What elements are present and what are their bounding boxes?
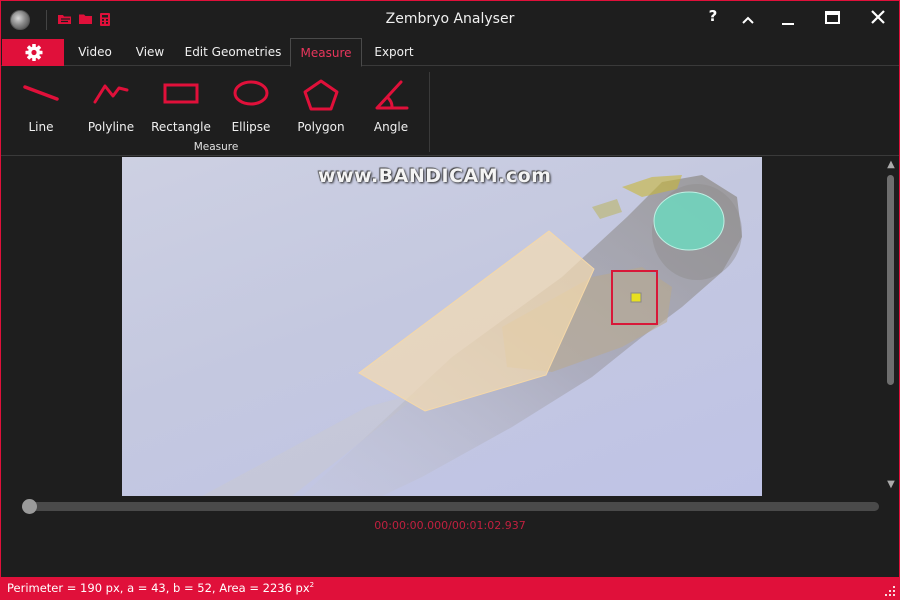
ellipse-tool-label: Ellipse: [231, 120, 271, 134]
measure-ribbon: Line Polyline Rectangle Ellipse Polygon: [1, 66, 899, 156]
timeline-track[interactable]: [25, 502, 879, 511]
area-unit-exponent: 2: [309, 581, 315, 590]
line-tool-label: Line: [28, 120, 54, 134]
minimize-icon[interactable]: [773, 9, 803, 31]
polyline-tool-button[interactable]: Polyline: [76, 74, 146, 136]
line-tool-button[interactable]: Line: [6, 74, 76, 136]
rectangle-tool-icon: [163, 83, 199, 104]
ellipse-tool-button[interactable]: Ellipse: [216, 74, 286, 136]
scroll-up-arrow-icon[interactable]: ▲: [885, 159, 897, 170]
video-viewport[interactable]: www.BANDICAM.com: [122, 157, 762, 496]
rectangle-tool-label: Rectangle: [151, 120, 211, 134]
status-bar: Perimeter = 190 px, a = 43, b = 52, Area…: [1, 577, 899, 600]
timeline-slider-handle[interactable]: [22, 499, 37, 514]
angle-tool-label: Angle: [373, 120, 409, 134]
rectangle-tool-button[interactable]: Rectangle: [146, 74, 216, 136]
tab-edit-geometries[interactable]: Edit Geometries: [179, 38, 287, 66]
settings-tab[interactable]: [2, 39, 64, 66]
measurement-ellipse[interactable]: [653, 191, 725, 251]
measurement-overlay: [358, 191, 725, 412]
help-button[interactable]: ?: [698, 5, 728, 27]
window-title: Zembryo Analyser: [385, 11, 515, 27]
ellipse-tool-icon: [233, 80, 269, 106]
line-tool-icon: [23, 85, 59, 101]
polygon-tool-icon: [303, 79, 339, 111]
polyline-tool-icon: [93, 84, 129, 104]
app-window: Zembryo Analyser ? Video View Edit Geome…: [0, 0, 900, 600]
measurement-status-text: Perimeter = 190 px, a = 43, b = 52, Area…: [7, 581, 310, 595]
point-marker[interactable]: [630, 292, 642, 303]
bandicam-watermark: www.BANDICAM.com: [318, 165, 552, 187]
angle-tool-icon: [375, 80, 409, 110]
tab-export[interactable]: Export: [365, 38, 423, 66]
angle-tool-button[interactable]: Angle: [356, 74, 426, 136]
measurement-status: Perimeter = 190 px, a = 43, b = 52, Area…: [7, 581, 314, 595]
tab-view[interactable]: View: [125, 38, 175, 66]
scrollbar-thumb[interactable]: [887, 175, 894, 385]
scroll-down-arrow-icon[interactable]: ▼: [885, 479, 897, 490]
maximize-icon[interactable]: [817, 7, 847, 29]
resize-grip-icon[interactable]: [885, 586, 895, 596]
timecode-label: 00:00:00.000/00:01:02.937: [374, 519, 526, 532]
gear-icon: [25, 44, 43, 61]
polyline-tool-label: Polyline: [87, 120, 135, 134]
polygon-tool-label: Polygon: [297, 120, 345, 134]
ribbon-tabs: Video View Edit Geometries Measure Expor…: [1, 38, 899, 67]
tab-measure[interactable]: Measure: [290, 38, 362, 67]
tab-video[interactable]: Video: [67, 38, 123, 66]
measurement-polygon[interactable]: [358, 230, 595, 412]
ribbon-group-separator: [429, 72, 430, 152]
vertical-scrollbar[interactable]: ▲ ▼: [883, 157, 899, 495]
measure-group-label: Measure: [193, 141, 239, 153]
title-bar: Zembryo Analyser ?: [1, 1, 899, 38]
polygon-tool-button[interactable]: Polygon: [286, 74, 356, 136]
close-icon[interactable]: [863, 6, 893, 28]
collapse-ribbon-icon[interactable]: [733, 9, 763, 31]
